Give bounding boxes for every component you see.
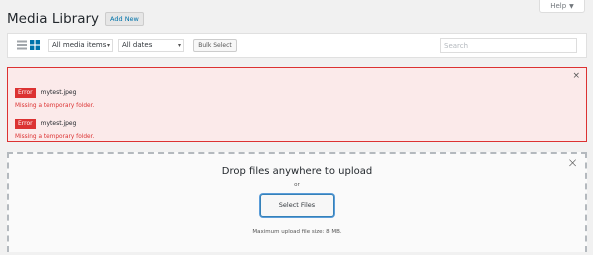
error-message: Missing a temporary folder. [15, 134, 95, 140]
upload-errors: × Error mytest.jpeg Missing a temporary f… [7, 67, 587, 142]
page-title: Media Library [7, 11, 100, 27]
help-tab[interactable]: Help ▼ [539, 0, 585, 13]
close-icon[interactable]: × [572, 71, 580, 81]
media-type-filter[interactable]: All media items ▾ [48, 39, 113, 52]
caret-down-icon: ▼ [569, 3, 574, 10]
date-filter-value: All dates [122, 41, 153, 49]
help-label: Help [550, 2, 567, 10]
error-badge: Error [15, 88, 36, 98]
search-input[interactable] [440, 38, 577, 53]
max-upload-size: Maximum upload file size: 8 MB. [252, 229, 342, 235]
or-separator: or [294, 182, 300, 188]
select-arrow-icon: ▾ [177, 42, 181, 49]
drop-instructions: Drop files anywhere to upload [221, 166, 373, 177]
error-item: Error mytest.jpeg Missing a temporary fol… [15, 110, 94, 140]
upload-dropzone[interactable]: × Drop files anywhere to upload or Selec… [7, 152, 587, 252]
add-new-button[interactable]: Add New [105, 12, 144, 26]
grid-view-icon[interactable] [30, 40, 40, 50]
select-arrow-icon: ▾ [106, 42, 110, 49]
title-row: Media Library Add New [7, 10, 144, 28]
bulk-select-button[interactable]: Bulk Select [193, 39, 237, 52]
select-files-button[interactable]: Select Files [260, 194, 334, 217]
error-message: Missing a temporary folder. [15, 103, 95, 109]
media-type-value: All media items [52, 41, 107, 49]
error-item: Error mytest.jpeg Missing a temporary fol… [15, 79, 94, 109]
error-filename: mytest.jpeg [40, 89, 77, 96]
media-toolbar: All media items ▾ All dates ▾ Bulk Selec… [7, 33, 587, 58]
error-filename: mytest.jpeg [40, 120, 77, 127]
list-view-icon[interactable] [17, 40, 27, 50]
date-filter[interactable]: All dates ▾ [118, 39, 184, 52]
error-badge: Error [15, 119, 36, 129]
